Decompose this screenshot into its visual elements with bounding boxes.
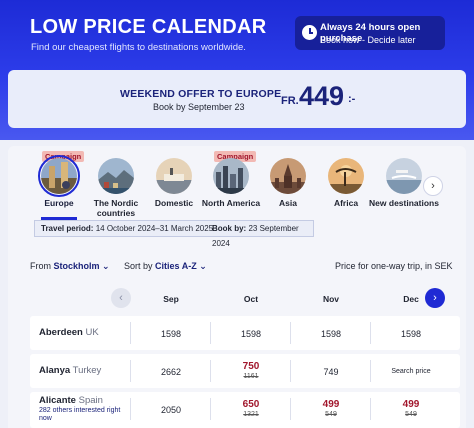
sale-price: 499 — [402, 399, 420, 410]
table-row[interactable]: Alicante Spain 282 others interested rig… — [30, 392, 460, 428]
prev-months-button[interactable]: ‹ — [111, 288, 131, 308]
chevron-left-icon: ‹ — [119, 292, 123, 304]
sale-price: 499 — [322, 399, 340, 410]
weekend-offer-card[interactable]: WEEKEND OFFER TO EUROPE Book by Septembe… — [8, 70, 466, 128]
from-value: Stockholm — [53, 261, 100, 271]
north-america-thumbnail — [213, 158, 249, 194]
sale-price: 650 — [242, 399, 260, 410]
chevron-right-icon: › — [431, 180, 435, 192]
travel-period-value: 14 October 2024–31 March 2025 — [95, 224, 214, 233]
chevron-right-icon: › — [433, 292, 437, 304]
original-price: 1321 — [243, 411, 259, 418]
interest-note: 282 others interested right now — [39, 407, 121, 422]
price-cell[interactable]: 1598 — [221, 329, 281, 339]
nordic-thumbnail — [98, 158, 134, 194]
table-row[interactable]: Alanya Turkey 2662 750 1161 749 Search p… — [30, 354, 460, 388]
table-row[interactable]: Aberdeen UK 1598 1598 1598 1598 — [30, 316, 460, 350]
sale-price-cell[interactable]: 750 1161 — [221, 361, 281, 380]
sale-price-cell[interactable]: 499 549 — [381, 399, 441, 418]
europe-thumbnail — [38, 155, 80, 197]
sort-value: Cities A-Z — [155, 261, 197, 271]
offer-price-suffix: :- — [348, 93, 356, 105]
sale-price-cell[interactable]: 650 1321 — [221, 399, 281, 418]
price-cell[interactable]: 2662 — [141, 367, 201, 377]
price-cell[interactable]: 1598 — [141, 329, 201, 339]
africa-thumbnail — [328, 158, 364, 194]
carousel-next-button[interactable]: › — [423, 176, 443, 196]
destination-label: New destinations — [369, 198, 439, 208]
month-header: Sep — [163, 294, 179, 304]
sale-price-cell[interactable]: 499 549 — [301, 399, 361, 418]
asia-thumbnail — [270, 158, 306, 194]
sort-select[interactable]: Sort by Cities A-Z ⌄ — [124, 261, 207, 272]
page-subtitle: Find our cheapest flights to destination… — [31, 42, 246, 53]
chevron-down-icon: ⌄ — [102, 261, 110, 271]
price-cell[interactable]: 1598 — [301, 329, 361, 339]
month-header: Oct — [243, 294, 259, 304]
domestic-thumbnail — [156, 158, 192, 194]
travel-period-label: Travel period: — [41, 224, 94, 233]
promo-line2: Book now - Decide later — [320, 35, 416, 45]
new-destinations-thumbnail — [386, 158, 422, 194]
offer-title: WEEKEND OFFER TO EUROPE — [120, 88, 282, 100]
offer-deadline: Book by September 23 — [153, 102, 245, 112]
chevron-down-icon: ⌄ — [199, 261, 207, 271]
price-cell[interactable]: 2050 — [141, 405, 201, 415]
from-city-select[interactable]: From Stockholm ⌄ — [30, 261, 110, 272]
offer-currency: FR. — [281, 95, 299, 107]
city-name: Aberdeen UK — [39, 327, 99, 338]
from-label: From — [30, 261, 51, 271]
travel-info-box: Travel period: 14 October 2024–31 March … — [34, 220, 314, 248]
next-months-button[interactable]: › — [425, 288, 445, 308]
original-price: 549 — [405, 411, 417, 418]
book-by-label: Book by: — [212, 224, 247, 233]
original-price: 549 — [325, 411, 337, 418]
sale-price: 750 — [242, 361, 260, 372]
clock-icon — [302, 25, 317, 40]
city-name: Alanya Turkey — [39, 365, 102, 376]
month-header: Nov — [322, 294, 340, 304]
city-name: Alicante Spain — [39, 395, 103, 406]
original-price: 1161 — [243, 373, 259, 380]
page-title: LOW PRICE CALENDAR — [30, 16, 267, 38]
sort-label: Sort by — [124, 261, 153, 271]
search-price-link[interactable]: Search price — [381, 368, 441, 375]
offer-price: 449 — [299, 81, 345, 111]
price-note: Price for one-way trip, in SEK — [335, 261, 453, 271]
price-cell[interactable]: 1598 — [381, 329, 441, 339]
price-cell[interactable]: 749 — [301, 367, 361, 377]
open-purchase-badge[interactable]: Always 24 hours open purchase Book now -… — [295, 16, 445, 50]
